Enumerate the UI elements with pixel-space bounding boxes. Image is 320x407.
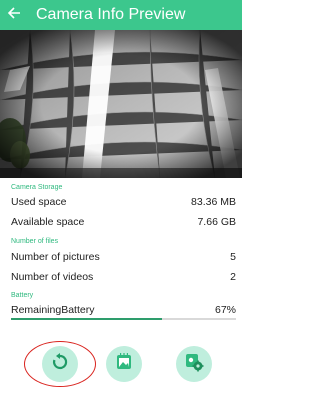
battery-row: RemainingBattery 67%	[11, 303, 236, 317]
app-bar: Camera Info Preview	[0, 0, 242, 30]
pictures-row: Number of pictures 5	[11, 250, 236, 264]
pictures-value: 5	[230, 251, 236, 263]
used-space-value: 83.36 MB	[191, 196, 236, 208]
battery-progress	[11, 318, 236, 320]
battery-section-label: Battery	[11, 292, 34, 299]
camera-preview	[0, 30, 242, 178]
used-space-label: Used space	[11, 196, 67, 208]
battery-label: RemainingBattery	[11, 304, 95, 316]
battery-progress-fill	[11, 318, 162, 320]
videos-label: Number of videos	[11, 271, 94, 283]
videos-value: 2	[230, 271, 236, 283]
used-space-row: Used space 83.36 MB	[11, 195, 236, 209]
videos-row: Number of videos 2	[11, 270, 236, 284]
pictures-label: Number of pictures	[11, 251, 100, 263]
available-space-row: Available space 7.66 GB	[11, 215, 236, 229]
available-space-value: 7.66 GB	[197, 216, 236, 228]
battery-value: 67%	[214, 304, 236, 316]
gallery-button[interactable]	[106, 346, 142, 382]
camera-settings-button[interactable]	[176, 346, 212, 382]
files-section-label: Number of files	[11, 238, 59, 245]
back-button[interactable]	[0, 0, 28, 30]
arrow-left-icon	[7, 6, 21, 25]
page-title: Camera Info Preview	[36, 6, 186, 23]
available-space-label: Available space	[11, 216, 85, 228]
highlight-annotation	[24, 341, 96, 387]
gallery-icon	[114, 352, 134, 377]
camera-settings-icon	[183, 351, 205, 378]
storage-section-label: Camera Storage	[11, 184, 63, 191]
